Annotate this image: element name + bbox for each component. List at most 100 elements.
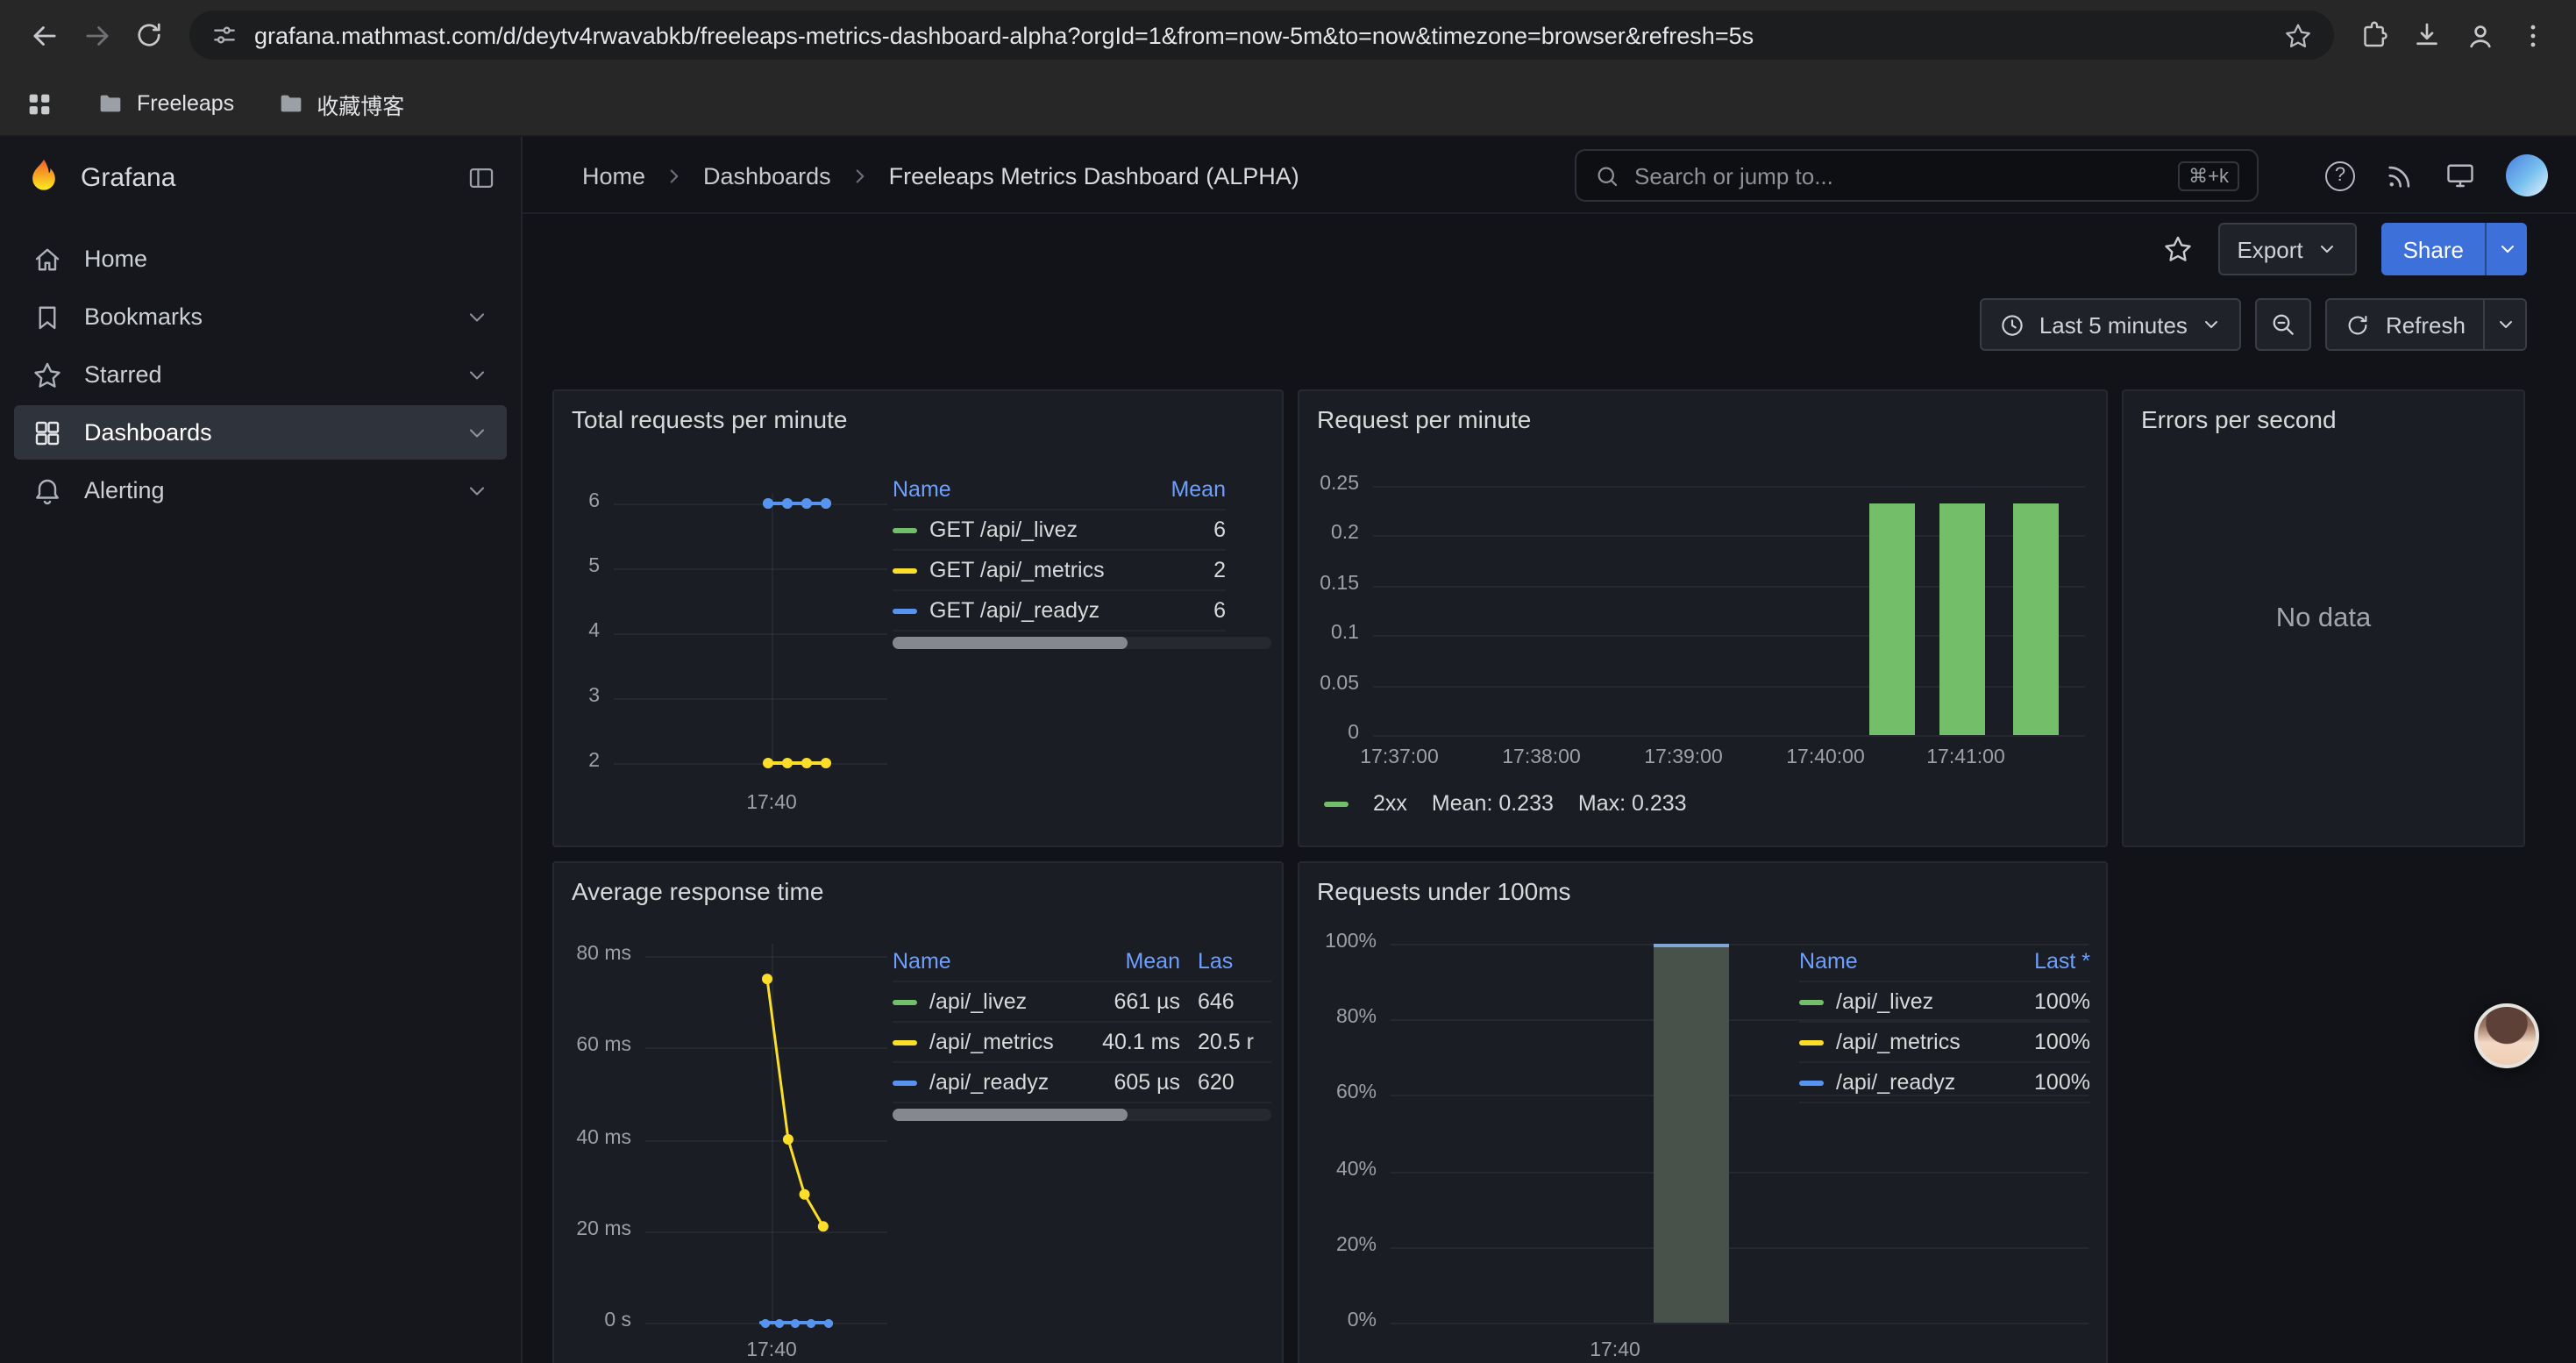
panel-title[interactable]: Total requests per minute (572, 405, 847, 433)
series-mean: 605 µs (1075, 1070, 1180, 1095)
series-mean: 661 µs (1075, 989, 1180, 1014)
time-range-picker[interactable]: Last 5 minutes (1980, 298, 2242, 351)
assistant-avatar[interactable] (2474, 1003, 2539, 1068)
legend-row[interactable]: /api/_metrics 100% (1799, 1023, 2090, 1063)
sidebar-item-label: Starred (84, 361, 162, 388)
brand-row: Grafana (0, 137, 521, 218)
bookmark-star-icon[interactable] (2283, 20, 2313, 50)
legend-header-last[interactable]: Last * (1992, 948, 2090, 973)
series-swatch (893, 608, 917, 613)
scrollbar-thumb[interactable] (893, 1109, 1128, 1121)
legend-header-last[interactable]: Las (1180, 948, 1271, 973)
reload-button[interactable] (123, 9, 175, 61)
grafana-logo[interactable] (25, 158, 63, 196)
screen: grafana.mathmast.com/d/deytv4rwavabkb/fr… (0, 0, 2576, 1363)
url-text[interactable]: grafana.mathmast.com/d/deytv4rwavabkb/fr… (254, 22, 2283, 48)
address-bar[interactable]: grafana.mathmast.com/d/deytv4rwavabkb/fr… (189, 11, 2334, 60)
panel-title[interactable]: Average response time (572, 877, 823, 905)
legend-header-name[interactable]: Name (1799, 948, 1992, 973)
y-tick: 0.05 (1299, 674, 1359, 695)
sidebar-item-starred[interactable]: Starred (14, 347, 507, 402)
series-name: /api/_metrics (929, 1030, 1054, 1054)
legend-row[interactable]: GET /api/_readyz 6 (893, 591, 1226, 632)
legend-header-mean[interactable]: Mean (1075, 948, 1180, 973)
legend-header-name[interactable]: Name (893, 948, 1075, 973)
sidebar-item-alerting[interactable]: Alerting (14, 463, 507, 517)
x-tick: 17:37:00 (1360, 747, 1439, 768)
home-icon (32, 243, 63, 275)
series-mean: 6 (1128, 598, 1226, 623)
panel-title[interactable]: Requests under 100ms (1317, 877, 1571, 905)
chevron-down-icon[interactable] (465, 478, 489, 503)
refresh-label: Refresh (2386, 311, 2466, 338)
forward-button[interactable] (70, 9, 123, 61)
panel-request-per-minute[interactable]: Request per minute 0.25 0.2 0.15 0.1 0.0… (1298, 389, 2108, 847)
legend-row[interactable]: GET /api/_livez 6 (893, 510, 1226, 551)
series-last: 620 (1180, 1070, 1271, 1095)
apps-shortcut-icon[interactable] (25, 89, 54, 118)
help-icon[interactable]: ? (2325, 161, 2355, 190)
y-tick: 80 ms (558, 944, 631, 965)
y-tick: 4 (554, 621, 600, 642)
panel-title[interactable]: Errors per second (2141, 405, 2337, 433)
breadcrumb-dashboards[interactable]: Dashboards (703, 162, 831, 189)
legend-row[interactable]: /api/_readyz 100% (1799, 1063, 2090, 1103)
chevron-down-icon[interactable] (465, 362, 489, 387)
series-name: /api/_livez (929, 989, 1027, 1014)
refresh-button[interactable]: Refresh (2328, 300, 2483, 349)
share-menu-caret[interactable] (2485, 223, 2527, 275)
sidebar-item-bookmarks[interactable]: Bookmarks (14, 289, 507, 344)
bookmark-label: 收藏博客 (317, 87, 404, 120)
chevron-down-icon[interactable] (465, 304, 489, 329)
bookmark-item[interactable]: Freeleaps (96, 89, 234, 118)
panel-total-requests[interactable]: Total requests per minute 6 5 4 3 2 17:4… (552, 389, 1284, 847)
legend-row[interactable]: /api/_livez 661 µs 646 (893, 982, 1271, 1023)
user-avatar[interactable] (2506, 154, 2548, 196)
legend-row[interactable]: /api/_livez 100% (1799, 982, 2090, 1023)
refresh-interval-caret[interactable] (2483, 300, 2525, 349)
zoom-out-button[interactable] (2256, 298, 2312, 351)
monitor-icon[interactable] (2444, 160, 2476, 191)
series-mean: 2 (1128, 558, 1226, 582)
panel-under-100ms[interactable]: Requests under 100ms 100% 80% 60% 40% 20… (1298, 861, 2108, 1363)
series-max: Max: 0.233 (1578, 791, 1687, 816)
bookmark-item[interactable]: 收藏博客 (276, 87, 404, 120)
export-button[interactable]: Export (2217, 223, 2357, 275)
legend-row[interactable]: GET /api/_metrics 2 (893, 551, 1226, 591)
header-icons: ? (2325, 137, 2548, 214)
y-tick: 5 (554, 556, 600, 577)
no-data-message: No data (2124, 603, 2523, 634)
sidebar-item-home[interactable]: Home (14, 232, 507, 286)
chevron-down-icon[interactable] (465, 420, 489, 445)
legend-header-mean[interactable]: Mean (1128, 476, 1226, 501)
legend-inline[interactable]: 2xx Mean: 0.233 Max: 0.233 (1324, 791, 1687, 816)
downloads-icon[interactable] (2401, 9, 2453, 61)
scrollbar-thumb[interactable] (893, 637, 1128, 649)
legend-scrollbar[interactable] (893, 637, 1271, 649)
breadcrumb: Home Dashboards Freeleaps Metrics Dashbo… (582, 137, 1299, 214)
export-label: Export (2237, 236, 2302, 262)
dock-sidebar-icon[interactable] (466, 162, 496, 192)
legend-row[interactable]: /api/_readyz 605 µs 620 (893, 1063, 1271, 1103)
panel-avg-response-time[interactable]: Average response time 80 ms 60 ms 40 ms … (552, 861, 1284, 1363)
search-box[interactable]: ⌘+k (1575, 149, 2259, 202)
panel-errors-per-second[interactable]: Errors per second No data (2122, 389, 2525, 847)
sidebar-item-dashboards[interactable]: Dashboards (14, 405, 507, 460)
legend-row[interactable]: /api/_metrics 40.1 ms 20.5 r (893, 1023, 1271, 1063)
back-button[interactable] (18, 9, 70, 61)
extensions-icon[interactable] (2348, 9, 2401, 61)
series-name: GET /api/_readyz (929, 598, 1099, 623)
share-button[interactable]: Share (2382, 223, 2485, 275)
series-swatch (893, 1080, 917, 1085)
legend-header-name[interactable]: Name (893, 476, 1128, 501)
profile-icon[interactable] (2453, 9, 2506, 61)
menu-kebab-icon[interactable] (2506, 9, 2558, 61)
breadcrumb-home[interactable]: Home (582, 162, 645, 189)
site-settings-icon[interactable] (210, 21, 238, 49)
search-input[interactable] (1634, 162, 2164, 189)
legend-table: Name Mean GET /api/_livez 6 GET /api/_me… (893, 468, 1271, 649)
legend-scrollbar[interactable] (893, 1109, 1271, 1121)
favorite-star-icon[interactable] (2161, 233, 2193, 265)
panel-title[interactable]: Request per minute (1317, 405, 1531, 433)
rss-icon[interactable] (2385, 161, 2415, 190)
